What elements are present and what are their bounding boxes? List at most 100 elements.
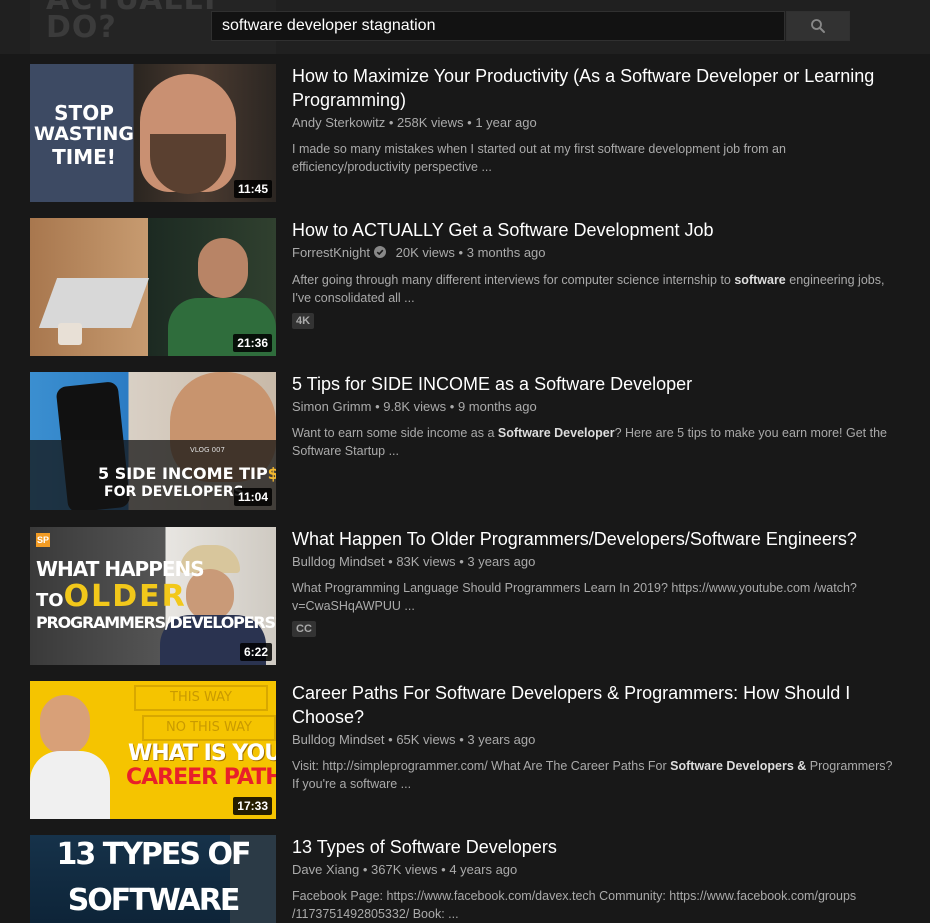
mug-image <box>58 323 82 345</box>
thumb-text-to: TO <box>36 590 64 611</box>
video-thumbnail[interactable]: STOP WASTING TIME! 11:45 <box>30 64 276 202</box>
video-title[interactable]: How to ACTUALLY Get a Software Developme… <box>292 218 902 242</box>
channel-name[interactable]: Bulldog Mindset <box>292 732 385 747</box>
channel-name[interactable]: Andy Sterkowitz <box>292 115 385 130</box>
video-thumbnail[interactable]: 21:36 <box>30 218 276 356</box>
meta-separator: • <box>449 399 455 414</box>
view-count: 9.8K views <box>383 399 447 414</box>
upload-age: 1 year ago <box>475 115 537 130</box>
video-thumbnail[interactable]: SP WHAT HAPPENS TOOLDER PROGRAMMERS/DEVE… <box>30 527 276 665</box>
thumb-text-line: FOR DEVELOPERS <box>104 484 244 500</box>
meta-separator: • <box>362 862 368 877</box>
view-count: 367K views <box>371 862 438 877</box>
quality-badge: 4K <box>292 313 315 329</box>
thumb-text-line: TIME! <box>52 145 116 169</box>
video-description: Facebook Page: https://www.facebook.com/… <box>292 889 857 921</box>
meta-separator: • <box>441 862 446 877</box>
duration-badge: 17:33 <box>233 797 272 815</box>
video-title[interactable]: 5 Tips for SIDE INCOME as a Software Dev… <box>292 372 902 396</box>
video-title[interactable]: How to Maximize Your Productivity (As a … <box>292 64 902 112</box>
meta-separator: • <box>459 554 464 569</box>
presenter-face <box>198 238 248 298</box>
video-title[interactable]: Career Paths For Software Developers & P… <box>292 681 902 729</box>
thumb-text-line: TOOLDER <box>36 579 187 614</box>
channel-name[interactable]: Bulldog Mindset <box>292 554 385 569</box>
video-description: Visit: http://simpleprogrammer.com/ What… <box>292 757 902 793</box>
thumb-text-line: WHAT IS YOUR <box>128 741 276 766</box>
view-count: 65K views <box>396 732 456 747</box>
verified-icon <box>374 245 387 263</box>
search-icon <box>811 19 825 33</box>
video-description: What Programming Language Should Program… <box>292 581 857 613</box>
thumb-vlog-label: VLOG 007 <box>190 446 225 454</box>
direction-sign: THIS WAY <box>134 685 268 711</box>
thumb-text-line: 5 SIDE INCOME TIP <box>98 464 268 483</box>
video-info: How to ACTUALLY Get a Software Developme… <box>292 218 902 329</box>
video-description: Want to earn some side income as a Softw… <box>292 424 902 460</box>
channel-name[interactable]: Simon Grimm <box>292 399 371 414</box>
upload-age: 3 months ago <box>466 245 546 260</box>
video-description: After going through many different inter… <box>292 271 902 307</box>
upload-age: 4 years ago <box>449 862 518 877</box>
thumb-text-line: STOP <box>54 101 114 125</box>
video-title[interactable]: What Happen To Older Programmers/Develop… <box>292 527 902 551</box>
meta-separator: • <box>388 554 393 569</box>
video-info: 13 Types of Software Developers Dave Xia… <box>292 835 902 923</box>
thumb-text-line: 5 SIDE INCOME TIP$ <box>98 464 276 483</box>
video-thumbnail[interactable]: VLOG 007 5 SIDE INCOME TIP$ FOR DEVELOPE… <box>30 372 276 510</box>
presenter-face <box>40 695 90 755</box>
thumb-text-line: CAREER PATH? <box>126 765 276 790</box>
desc-text: Visit: http://simpleprogrammer.com/ What… <box>292 759 671 773</box>
thumb-text-line: 13 TYPES OF <box>56 837 252 872</box>
upload-age: 9 months ago <box>457 399 537 414</box>
presenter-shirt <box>30 751 110 819</box>
desc-highlight: Software Developer <box>497 426 615 440</box>
search-input[interactable] <box>211 11 785 41</box>
meta-separator: • <box>459 732 464 747</box>
thumb-text-line: WASTING <box>33 123 135 145</box>
upload-age: 3 years ago <box>467 554 536 569</box>
video-title[interactable]: 13 Types of Software Developers <box>292 835 902 859</box>
desc-text: Want to earn some side income as a <box>292 426 498 440</box>
dollar-sign: $ <box>267 464 276 483</box>
video-info: 5 Tips for SIDE INCOME as a Software Dev… <box>292 372 902 460</box>
thumb-text-line: WHAT HAPPENS <box>36 557 205 581</box>
channel-name[interactable]: ForrestKnight <box>292 245 370 260</box>
video-info: How to Maximize Your Productivity (As a … <box>292 64 902 176</box>
video-meta: Andy Sterkowitz • 258K views • 1 year ag… <box>292 114 902 132</box>
desc-highlight: software <box>734 273 786 287</box>
search-button[interactable] <box>786 11 850 41</box>
duration-badge: 11:04 <box>233 488 272 506</box>
view-count: 258K views <box>397 115 464 130</box>
video-info: Career Paths For Software Developers & P… <box>292 681 902 793</box>
video-meta: Simon Grimm • 9.8K views • 9 months ago <box>292 398 902 416</box>
desc-text: After going through many different inter… <box>292 273 735 287</box>
meta-separator: • <box>467 115 472 130</box>
view-count: 20K views <box>395 245 455 260</box>
upload-age: 3 years ago <box>467 732 536 747</box>
top-bar: ACTUALLY DO? <box>0 0 930 54</box>
video-meta: Dave Xiang • 367K views • 4 years ago <box>292 861 902 879</box>
duration-badge: 6:22 <box>239 643 272 661</box>
direction-sign: NO THIS WAY <box>142 715 276 741</box>
video-meta: Bulldog Mindset • 83K views • 3 years ag… <box>292 553 902 571</box>
cc-badge: CC <box>292 621 316 637</box>
duration-badge: 11:45 <box>233 180 272 198</box>
video-description: I made so many mistakes when I started o… <box>292 142 786 174</box>
thumb-text-line: SOFTWARE <box>67 883 241 918</box>
duration-badge: 21:36 <box>233 334 272 352</box>
video-info: What Happen To Older Programmers/Develop… <box>292 527 902 637</box>
video-meta: Bulldog Mindset • 65K views • 3 years ag… <box>292 731 902 749</box>
video-thumbnail[interactable]: THIS WAY NO THIS WAY WHAT IS YOUR CAREER… <box>30 681 276 819</box>
meta-separator: • <box>388 115 394 130</box>
video-meta: ForrestKnight • 20K views • 3 months ago <box>292 244 902 263</box>
video-thumbnail[interactable]: 13 TYPES OF SOFTWARE <box>30 835 276 923</box>
meta-separator: • <box>375 399 380 414</box>
thumb-text-older: OLDER <box>63 579 187 614</box>
meta-separator: • <box>458 245 464 260</box>
meta-separator: • <box>388 732 393 747</box>
laptop-image <box>38 278 150 328</box>
channel-logo: SP <box>36 533 50 547</box>
thumb-text-line: PROGRAMMERS/DEVELOPERS? <box>36 613 276 632</box>
channel-name[interactable]: Dave Xiang <box>292 862 359 877</box>
